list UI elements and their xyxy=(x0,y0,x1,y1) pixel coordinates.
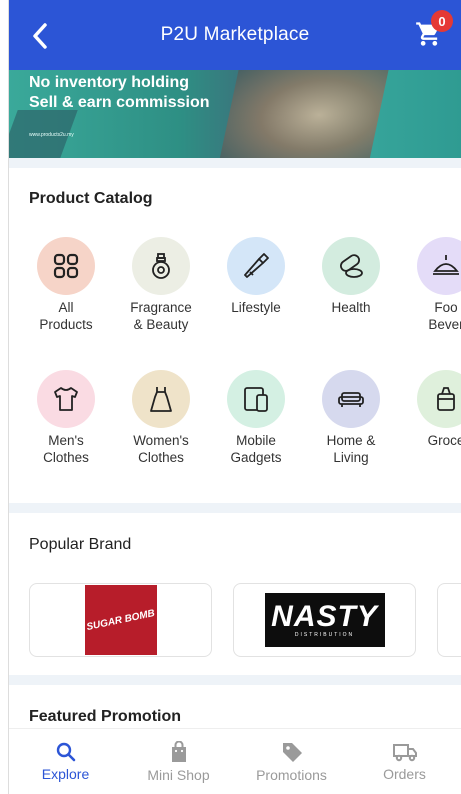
category-label: All Products xyxy=(39,300,93,332)
nav-label: Orders xyxy=(383,765,426,782)
section-divider xyxy=(9,158,461,168)
catalog-title: Product Catalog xyxy=(29,190,153,207)
lipstick-icon xyxy=(244,253,269,278)
category-icon-bg xyxy=(417,370,461,428)
phone-icon xyxy=(244,387,268,412)
category-label: Health xyxy=(331,300,371,315)
cart-button[interactable]: 0 xyxy=(415,10,453,52)
category-icon-bg xyxy=(417,237,461,295)
banner-headline: No inventory holding xyxy=(29,74,189,91)
brand-card-partial[interactable] xyxy=(437,583,461,657)
category-icon-bg xyxy=(37,370,95,428)
category-label: Mobile Gadgets xyxy=(230,433,282,465)
grocery-icon xyxy=(437,387,455,411)
pill-icon xyxy=(340,254,363,278)
nav-label: Promotions xyxy=(256,766,327,783)
category-mobile-gadgets[interactable]: Mobile Gadgets xyxy=(211,370,301,466)
category-label: Groce xyxy=(427,433,461,448)
banner-url: www.products2u.my xyxy=(29,132,74,138)
cart-count-badge: 0 xyxy=(431,10,453,32)
nav-promotions[interactable]: Promotions xyxy=(235,729,348,794)
category-health[interactable]: Health xyxy=(306,237,396,316)
banner-subheadline: Sell & earn commission xyxy=(29,94,210,111)
category-label: Women's Clothes xyxy=(133,433,189,465)
popular-brand-title: Popular Brand xyxy=(29,536,132,553)
perfume-icon xyxy=(152,253,170,279)
sugarbomb-logo: SUGAR BOMB xyxy=(84,585,157,655)
promo-banner[interactable]: No inventory holding Sell & earn commiss… xyxy=(9,70,461,158)
category-label: Foo Bever xyxy=(428,300,461,332)
grid-icon xyxy=(53,253,79,279)
category-icon-bg xyxy=(322,237,380,295)
category-home-living[interactable]: Home & Living xyxy=(306,370,396,466)
page-title: P2U Marketplace xyxy=(160,24,310,45)
top-bar: P2U Marketplace 0 xyxy=(9,0,461,70)
category-icon-bg xyxy=(322,370,380,428)
nav-label: Mini Shop xyxy=(147,766,210,783)
food-icon xyxy=(433,255,459,275)
featured-promotion-title: Featured Promotion xyxy=(29,708,182,725)
category-icon-bg xyxy=(227,370,285,428)
category-fragrance-beauty[interactable]: Fragrance & Beauty xyxy=(116,237,206,333)
section-divider xyxy=(9,675,461,685)
nav-mini-shop[interactable]: Mini Shop xyxy=(122,729,235,794)
brand-card-nasty[interactable]: NASTY DISTRIBUTION xyxy=(233,583,416,657)
brand-card-sugarbomb[interactable]: SUGAR BOMB xyxy=(29,583,212,657)
truck-icon xyxy=(392,743,417,761)
banner-photo xyxy=(217,70,391,158)
back-button[interactable] xyxy=(25,18,55,54)
category-label: Men's Clothes xyxy=(43,433,89,465)
tag-icon xyxy=(282,742,302,762)
category-food-beverage[interactable]: Foo Bever xyxy=(401,237,461,333)
category-grocery[interactable]: Groce xyxy=(401,370,461,449)
category-icon-bg xyxy=(132,237,190,295)
category-label: Lifestyle xyxy=(231,300,281,315)
chevron-left-icon xyxy=(33,23,47,49)
category-label: Fragrance & Beauty xyxy=(130,300,192,332)
nav-explore[interactable]: Explore xyxy=(9,729,122,794)
category-icon-bg xyxy=(37,237,95,295)
app-frame: P2U Marketplace 0 No inventory holding S… xyxy=(8,0,461,794)
nav-orders[interactable]: Orders xyxy=(348,729,461,794)
category-icon-bg xyxy=(227,237,285,295)
category-lifestyle[interactable]: Lifestyle xyxy=(211,237,301,316)
category-icon-bg xyxy=(132,370,190,428)
shopping-bag-icon xyxy=(171,740,186,762)
dress-icon xyxy=(150,387,172,412)
category-mens-clothes[interactable]: Men's Clothes xyxy=(21,370,111,466)
section-divider xyxy=(9,503,461,513)
category-label: Home & Living xyxy=(326,433,376,465)
nav-label: Explore xyxy=(41,765,90,782)
category-all-products[interactable]: All Products xyxy=(21,237,111,333)
sofa-icon xyxy=(338,392,364,407)
nasty-logo: NASTY DISTRIBUTION xyxy=(264,593,385,647)
search-icon xyxy=(56,742,75,761)
tshirt-icon xyxy=(54,387,78,411)
bottom-navigation: Explore Mini Shop Promotions Orders xyxy=(9,728,461,794)
category-womens-clothes[interactable]: Women's Clothes xyxy=(116,370,206,466)
